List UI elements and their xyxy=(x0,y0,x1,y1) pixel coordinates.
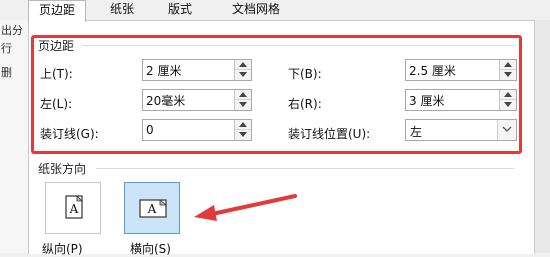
group-divider xyxy=(96,168,514,169)
portrait-label: 纵向(P) xyxy=(42,242,83,256)
tab-document-grid[interactable]: 文档网格 xyxy=(222,0,290,20)
landscape-page-icon: A xyxy=(139,199,168,218)
tab-layout[interactable]: 版式 xyxy=(158,0,202,20)
arrow-annotation-icon xyxy=(194,194,297,221)
portrait-button[interactable]: A xyxy=(45,182,101,234)
tab-strip: 页边距 纸张 版式 文档网格 xyxy=(0,0,550,22)
highlight-box xyxy=(31,35,522,154)
portrait-icon-letter: A xyxy=(69,202,79,216)
background-text: 出分 xyxy=(1,24,23,37)
background-text: 行 xyxy=(1,42,12,55)
tab-margins[interactable]: 页边距 xyxy=(28,0,87,22)
background-document-strip: 出分 行 删 xyxy=(0,0,29,253)
orientation-group-title: 纸张方向 xyxy=(38,162,87,176)
landscape-label: 横向(S) xyxy=(130,242,171,256)
landscape-button[interactable]: A xyxy=(124,182,180,234)
landscape-icon-letter: A xyxy=(147,202,157,216)
window-scrollbar[interactable] xyxy=(533,0,550,253)
background-text: 删 xyxy=(1,66,12,79)
tab-paper[interactable]: 纸张 xyxy=(100,0,144,20)
portrait-page-icon: A xyxy=(65,195,83,219)
